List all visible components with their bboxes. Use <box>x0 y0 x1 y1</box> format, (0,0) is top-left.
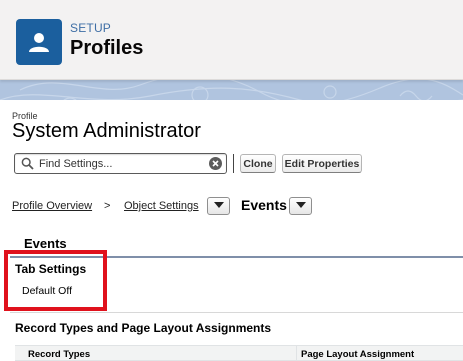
clone-button[interactable]: Clone <box>240 154 276 173</box>
record-types-table-header: Record Types Page Layout Assignment <box>15 345 463 361</box>
column-header-page-layout: Page Layout Assignment <box>301 349 415 360</box>
clear-search-icon[interactable] <box>209 157 222 170</box>
subsection-divider <box>10 312 463 313</box>
breadcrumb-current: Events <box>241 197 287 213</box>
search-icon <box>21 157 34 170</box>
profile-name: System Administrator <box>12 120 201 142</box>
chevron-down-icon <box>295 200 306 212</box>
section-title: Events <box>24 236 67 251</box>
events-dropdown[interactable] <box>289 197 312 215</box>
breadcrumb-separator: > <box>104 200 111 212</box>
record-types-heading: Record Types and Page Layout Assignments <box>15 321 272 335</box>
find-settings-search[interactable] <box>14 153 227 174</box>
edit-properties-button[interactable]: Edit Properties <box>282 154 362 173</box>
header-eyebrow: SETUP <box>70 21 112 35</box>
user-icon <box>16 19 62 65</box>
column-divider <box>296 346 297 361</box>
search-input[interactable] <box>39 156 207 171</box>
breadcrumb-object-settings[interactable]: Object Settings <box>124 200 199 212</box>
column-header-record-types: Record Types <box>28 349 91 360</box>
chevron-down-icon <box>213 200 224 212</box>
page-header: SETUP Profiles <box>0 0 463 80</box>
toolbar-divider <box>233 154 234 173</box>
breadcrumb-profile-overview[interactable]: Profile Overview <box>12 200 92 212</box>
highlight-annotation <box>4 250 107 311</box>
page-title: Profiles <box>70 37 144 59</box>
object-settings-dropdown[interactable] <box>207 197 230 215</box>
main-content: Profile System Administrator Clone Edit … <box>0 100 463 361</box>
